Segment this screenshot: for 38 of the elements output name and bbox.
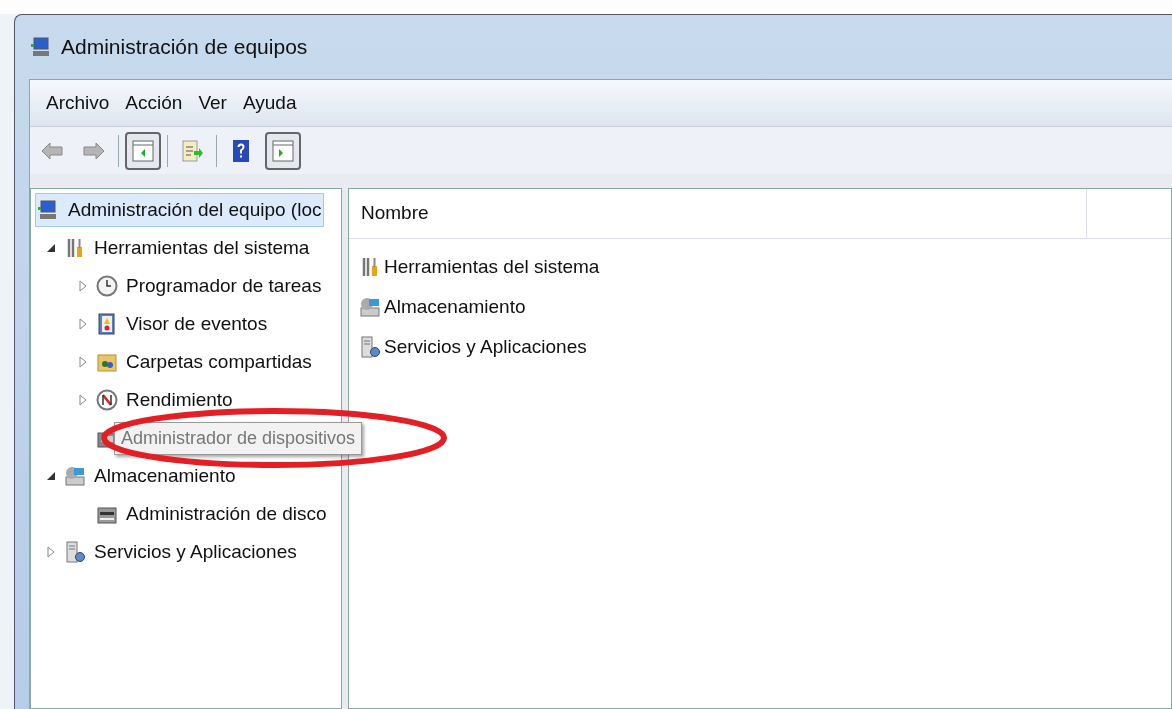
expand-arrow-icon[interactable] <box>77 356 89 368</box>
pane-left-button[interactable] <box>125 131 161 170</box>
tree-item[interactable]: Administración de disco <box>93 497 330 531</box>
menu-item[interactable]: Acción <box>123 88 185 118</box>
tree-item[interactable]: Carpetas compartidas <box>93 345 315 379</box>
server-gear-icon <box>359 336 381 358</box>
tree-item[interactable]: Visor de eventos <box>93 307 271 341</box>
pane-right-icon <box>271 138 295 163</box>
storage-icon <box>64 465 86 487</box>
expand-arrow-icon[interactable] <box>77 318 89 330</box>
expand-arrow-icon[interactable] <box>77 394 89 406</box>
menu-item[interactable]: Archivo <box>44 88 112 118</box>
tree-item[interactable]: Almacenamiento <box>61 459 239 493</box>
list-item[interactable]: Servicios y Aplicaciones <box>359 327 1171 367</box>
server-gear-icon <box>64 541 86 563</box>
shared-folder-icon <box>96 351 118 373</box>
export-list-icon <box>180 138 204 163</box>
pane-left-icon <box>131 138 155 163</box>
collapse-arrow-icon[interactable] <box>45 242 57 254</box>
tree-item[interactable]: Herramientas del sistema <box>61 231 313 265</box>
tree-item[interactable]: Servicios y Aplicaciones <box>61 535 300 569</box>
list-item[interactable]: Almacenamiento <box>359 287 1171 327</box>
log-book-icon <box>96 313 118 335</box>
tree-item[interactable]: Administración del equipo (loc <box>35 193 325 227</box>
tree-item[interactable]: Rendimiento <box>93 383 236 417</box>
list-item[interactable]: Herramientas del sistema <box>359 247 1171 287</box>
collapse-arrow-icon[interactable] <box>45 470 57 482</box>
pane-right-button[interactable] <box>265 131 301 170</box>
menu-item[interactable]: Ver <box>196 88 229 118</box>
column-header[interactable]: Nombre <box>349 189 1087 238</box>
expand-arrow-icon[interactable] <box>45 546 57 558</box>
clock-icon <box>96 275 118 297</box>
window-title: Administración de equipos <box>61 34 308 61</box>
tree-item[interactable]: Programador de tareas <box>93 269 325 303</box>
expand-arrow-icon[interactable] <box>77 280 89 292</box>
gauge-icon <box>96 389 118 411</box>
storage-icon <box>359 296 381 318</box>
menu-item[interactable]: Ayuda <box>240 88 299 118</box>
